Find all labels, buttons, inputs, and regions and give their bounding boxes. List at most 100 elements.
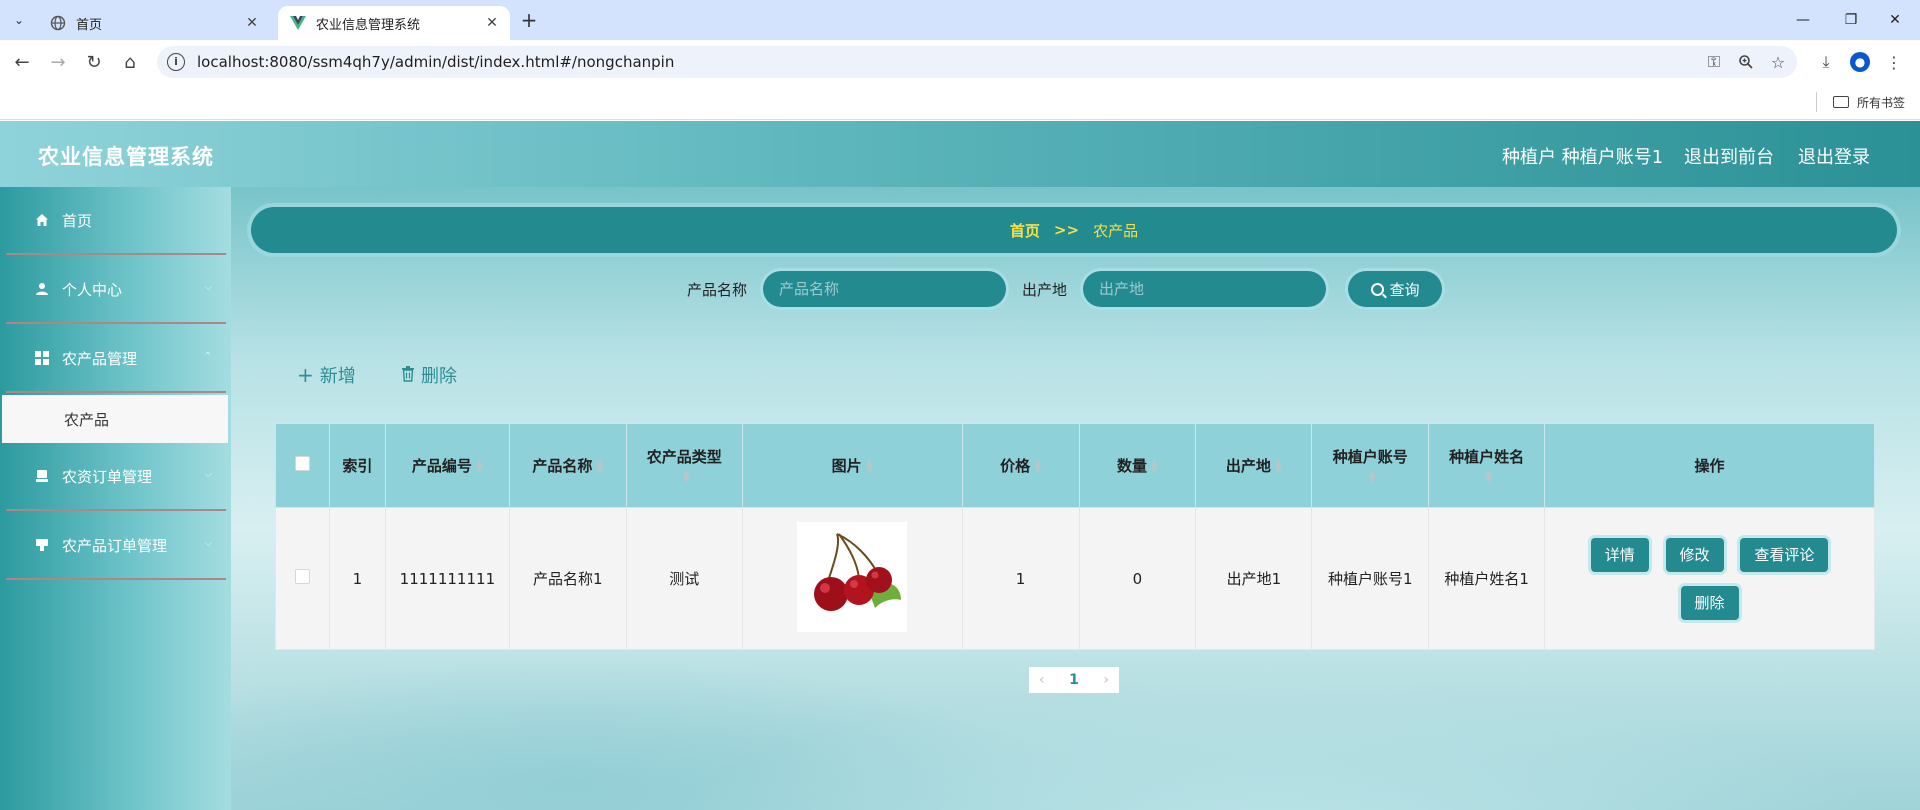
table-header-row: 索引 产品编号 ▲ ▼ 产品名称 ▲ ▼ 农产品类型 ▲ ▼ 图片 ▲ ▼ 价格 ▲ ▼ 数量 ▲ ▼ … [275, 423, 1875, 508]
sort-icon[interactable]: ▲ ▼ [1275, 458, 1282, 474]
select-all-checkbox[interactable] [294, 456, 310, 471]
all-bookmarks-label: 所有书签 [1857, 95, 1906, 110]
delete-row-button[interactable]: 删除 [1680, 585, 1739, 620]
search-button[interactable]: 查询 [1348, 271, 1443, 307]
sidebar-subitem-label: 农产品 [64, 410, 110, 429]
logout-link[interactable]: 退出登录 [1798, 143, 1870, 169]
col-origin[interactable]: 出产地 ▲ ▼ [1195, 423, 1313, 508]
url-text[interactable]: localhost:8080/ssm4qh7y/admin/dist/index… [197, 53, 1701, 71]
more-menu-icon[interactable]: ⋮ [1882, 50, 1906, 74]
sort-icon[interactable]: ▲ ▼ [1151, 458, 1158, 474]
col-price[interactable]: 价格 ▲ ▼ [961, 423, 1080, 508]
origin-input[interactable] [1083, 271, 1327, 307]
exit-to-front-link[interactable]: 退出到前台 [1684, 143, 1774, 169]
sidebar-item-supply-orders[interactable]: 农资订单管理 ⌵ [6, 443, 226, 511]
address-bar[interactable]: i localhost:8080/ssm4qh7y/admin/dist/ind… [157, 46, 1797, 78]
profile-icon[interactable]: ● [1848, 50, 1872, 74]
detail-button[interactable]: 详情 [1590, 537, 1649, 572]
order2-icon [34, 537, 50, 553]
batch-delete-button[interactable]: 删除 [401, 363, 457, 387]
sidebar-subitem-products[interactable]: 农产品 [2, 395, 228, 443]
col-name[interactable]: 产品名称 ▲ ▼ [508, 423, 627, 508]
header-label: 操作 [1694, 457, 1725, 475]
header-label: 产品编号 [411, 457, 472, 475]
cell-image [741, 507, 963, 650]
zoom-icon[interactable] [1733, 49, 1759, 75]
sort-icon[interactable]: ▲ ▼ [1034, 458, 1041, 474]
password-key-icon[interactable]: ⚿ [1701, 49, 1727, 75]
app-header: 农业信息管理系统 种植户 种植户账号1 退出到前台 退出登录 [0, 121, 1920, 187]
col-type[interactable]: 农产品类型 ▲ ▼ [625, 423, 743, 508]
cell-farmer: 种植户姓名1 [1428, 507, 1546, 650]
tab-title: 首页 [76, 17, 103, 33]
trash-icon [401, 363, 415, 387]
table-row: 1 1111111111 产品名称1 测试 1 0 出产地1 种植户账号1 种植… [275, 507, 1875, 650]
tab-title: 农业信息管理系统 [316, 17, 421, 33]
browser-tab-bar: ⌄ 首页 ✕ 农业信息管理系统 ✕ + — ❐ ✕ [0, 0, 1920, 40]
breadcrumb-current: 农产品 [1093, 221, 1139, 240]
col-index: 索引 [328, 423, 386, 508]
cell-code: 1111111111 [384, 507, 510, 650]
bookmark-star-icon[interactable]: ☆ [1765, 49, 1791, 75]
back-icon[interactable]: ← [10, 50, 34, 74]
sort-icon[interactable]: ▲ ▼ [1485, 468, 1492, 484]
home-icon [34, 212, 50, 228]
add-button[interactable]: + 新增 [297, 363, 356, 387]
product-name-input[interactable] [763, 271, 1007, 307]
window-close-icon[interactable]: ✕ [1880, 8, 1910, 32]
reload-icon[interactable]: ↻ [82, 50, 106, 74]
close-tab-icon[interactable]: ✕ [482, 13, 502, 33]
col-image[interactable]: 图片 ▲ ▼ [741, 423, 963, 508]
view-comments-button[interactable]: 查看评论 [1740, 537, 1829, 572]
col-code[interactable]: 产品编号 ▲ ▼ [384, 423, 510, 508]
browser-toolbar: ← → ↻ ⌂ i localhost:8080/ssm4qh7y/admin/… [0, 40, 1920, 84]
breadcrumb-home[interactable]: 首页 [1010, 220, 1040, 241]
sidebar-item-label: 农资订单管理 [62, 467, 153, 486]
prev-page-icon[interactable]: ‹ [1039, 672, 1045, 688]
sort-icon[interactable]: ▲ ▼ [683, 468, 690, 484]
home-button-icon[interactable]: ⌂ [118, 50, 142, 74]
cell-origin: 出产地1 [1195, 507, 1313, 650]
sort-icon[interactable]: ▲ ▼ [1369, 468, 1376, 484]
col-farmer[interactable]: 种植户姓名 ▲ ▼ [1428, 423, 1546, 508]
sidebar-item-home[interactable]: 首页 [6, 187, 226, 255]
product-image-cherries[interactable] [797, 521, 908, 632]
page-number[interactable]: 1 [1069, 672, 1079, 688]
edit-button[interactable]: 修改 [1665, 537, 1724, 572]
sort-icon[interactable]: ▲ ▼ [596, 458, 603, 474]
cell-name: 产品名称1 [508, 507, 627, 650]
sidebar-item-product-management[interactable]: 农产品管理 ⌃ [6, 325, 226, 393]
new-tab-icon[interactable]: + [518, 9, 540, 31]
chevron-down-icon: ⌵ [204, 282, 212, 293]
browser-tab-home[interactable]: 首页 ✕ [38, 6, 270, 40]
product-table: 索引 产品编号 ▲ ▼ 产品名称 ▲ ▼ 农产品类型 ▲ ▼ 图片 ▲ ▼ 价格 ▲ ▼ 数量 ▲ ▼ … [275, 423, 1875, 650]
row-checkbox[interactable] [294, 569, 310, 584]
col-quantity[interactable]: 数量 ▲ ▼ [1078, 423, 1197, 508]
download-icon[interactable]: ⤓ [1814, 50, 1838, 74]
next-page-icon[interactable]: › [1103, 672, 1109, 688]
app-root: 农业信息管理系统 种植户 种植户账号1 退出到前台 退出登录 首页 个人中心 ⌵… [0, 121, 1920, 810]
sort-icon[interactable]: ▲ ▼ [476, 458, 483, 474]
restore-icon[interactable]: ❐ [1836, 8, 1866, 32]
sidebar-item-product-orders[interactable]: 农产品订单管理 ⌵ [6, 512, 226, 580]
cell-quantity: 0 [1078, 507, 1197, 650]
sidebar-item-label: 个人中心 [62, 280, 123, 299]
header-label: 索引 [342, 457, 373, 475]
header-label: 图片 [831, 457, 862, 475]
breadcrumb: 首页 >> 农产品 [251, 207, 1897, 253]
header-label: 产品名称 [532, 457, 593, 475]
site-info-icon[interactable]: i [167, 53, 185, 71]
col-account[interactable]: 种植户账号 ▲ ▼ [1311, 423, 1430, 508]
chevron-down-icon: ⌵ [204, 469, 212, 480]
browser-tab-app[interactable]: 农业信息管理系统 ✕ [278, 6, 510, 40]
sidebar-item-personal-center[interactable]: 个人中心 ⌵ [6, 256, 226, 324]
close-tab-icon[interactable]: ✕ [242, 13, 262, 33]
all-bookmarks-button[interactable]: 所有书签 [1833, 92, 1905, 112]
tab-search-chevron-icon[interactable]: ⌄ [7, 8, 31, 32]
cell-account: 种植户账号1 [1311, 507, 1430, 650]
col-actions: 操作 [1544, 423, 1875, 508]
forward-icon[interactable]: → [46, 50, 70, 74]
order-icon [34, 468, 50, 484]
minimize-icon[interactable]: — [1788, 8, 1818, 32]
sort-icon[interactable]: ▲ ▼ [866, 458, 873, 474]
